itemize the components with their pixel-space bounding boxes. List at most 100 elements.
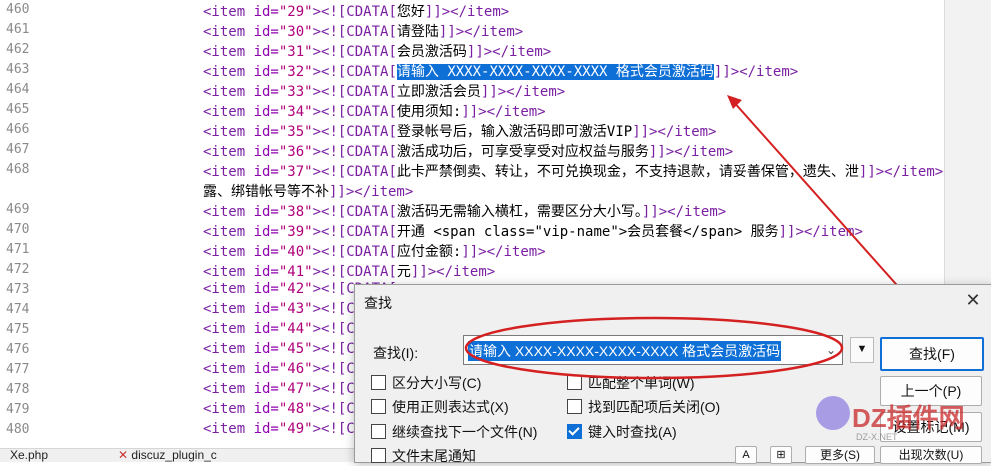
attr-value: "30" xyxy=(278,24,313,40)
line-number: 460 xyxy=(6,2,30,17)
cdata-text: 您好 xyxy=(396,4,425,20)
regex-checkbox[interactable]: 使用正则表达式(X) xyxy=(371,397,509,417)
attr-value: "44" xyxy=(278,321,313,337)
item-open-tag: <item xyxy=(203,224,254,240)
cdata-open: ><![CDATA[ xyxy=(312,264,397,280)
attr-name: id= xyxy=(253,321,279,337)
line-number: 467 xyxy=(6,142,30,157)
attr-value: "46" xyxy=(278,361,313,377)
cdata-text: 元 xyxy=(396,264,411,280)
whole-word-checkbox[interactable]: 匹配整个单词(W) xyxy=(567,373,695,393)
match-case-checkbox[interactable]: 区分大小写(C) xyxy=(371,373,481,393)
cdata-open: ><![CDATA[ xyxy=(312,144,397,160)
code-line[interactable]: 露、绑错帐号等不补]]></item> xyxy=(203,181,413,201)
cdata-close-tag: ]]></item> xyxy=(778,224,863,240)
line-number: 476 xyxy=(6,342,30,357)
font-size-button[interactable]: A xyxy=(735,446,757,464)
code-line[interactable]: <item id="32"><![CDATA[请输入 XXXX-XXXX-XXX… xyxy=(203,61,798,81)
tab-file-1[interactable]: Xe.php xyxy=(10,449,100,462)
selected-cdata-text: 请输入 XXXX-XXXX-XXXX-XXXX 格式会员激活码 xyxy=(396,64,714,80)
find-input[interactable]: 请输入 XXXX-XXXX-XXXX-XXXX 格式会员激活码 ⌄ xyxy=(463,335,843,365)
cdata-open: ><![CDATA[ xyxy=(312,44,397,60)
code-line[interactable]: <item id="40"><![CDATA[应付金额:]]></item> xyxy=(203,241,546,261)
continue-next-file-checkbox[interactable]: 继续查找下一个文件(N) xyxy=(371,422,537,442)
item-open-tag: <item xyxy=(203,264,254,280)
find-next-button[interactable]: 查找(F) xyxy=(880,337,984,371)
cdata-close-tag: ]]></item> xyxy=(713,64,799,80)
line-number: 464 xyxy=(6,82,30,97)
cdata-close-tag: ]]></item> xyxy=(329,184,414,200)
code-line[interactable]: <item id="31"><![CDATA[会员激活码]]></item> xyxy=(203,41,551,61)
item-open-tag: <item xyxy=(203,301,254,317)
code-line[interactable]: <item id="39"><![CDATA[开通 <span class="v… xyxy=(203,221,863,241)
cdata-text: 登录帐号后，输入激活码即可激活VIP xyxy=(396,124,633,140)
attr-value: "32" xyxy=(278,64,313,80)
close-on-match-checkbox[interactable]: 找到匹配项后关闭(O) xyxy=(567,397,720,417)
end-of-file-notify-checkbox[interactable]: 文件末尾通知 xyxy=(371,446,476,466)
attr-name: id= xyxy=(253,281,279,297)
cdata-text: 应付金额: xyxy=(396,244,462,260)
find-label: 查找(I): xyxy=(373,345,419,361)
code-line[interactable]: <item id="38"><![CDATA[激活码无需输入横杠，需要区分大小写… xyxy=(203,201,726,221)
find-prev-button[interactable]: 上一个(P) xyxy=(880,376,982,406)
dialog-title: 查找 xyxy=(364,295,392,311)
attr-name: id= xyxy=(253,104,279,120)
checkbox-box xyxy=(371,375,386,390)
code-line[interactable]: <item id="36"><![CDATA[激活成功后，可享受享受对应权益与服… xyxy=(203,141,733,161)
code-line[interactable]: <item id="35"><![CDATA[登录帐号后，输入激活码即可激活VI… xyxy=(203,121,716,141)
attr-value: "45" xyxy=(278,341,313,357)
cdata-open: ><![CDATA[ xyxy=(312,64,397,80)
more-button[interactable]: 更多(S) xyxy=(805,446,875,464)
tab-file-2[interactable]: ✕ discuz_plugin_c xyxy=(118,449,278,462)
attr-name: id= xyxy=(253,84,279,100)
close-icon[interactable]: ✕ xyxy=(118,449,128,462)
item-open-tag: <item xyxy=(203,44,254,60)
attr-name: id= xyxy=(253,301,279,317)
cdata-open: ><![CDATA[ xyxy=(312,24,397,40)
find-as-type-checkbox[interactable]: 键入时查找(A) xyxy=(567,422,677,442)
cdata-open: ><![CDATA[ xyxy=(312,104,397,120)
item-open-tag: <item xyxy=(203,281,254,297)
cdata-text: 会员激活码 xyxy=(396,44,467,60)
item-open-tag: <item xyxy=(203,24,254,40)
code-line[interactable]: <item id="33"><![CDATA[立即激活会员]]></item> xyxy=(203,81,565,101)
line-number: 465 xyxy=(6,102,30,117)
attr-value: "39" xyxy=(278,224,313,240)
find-history-button[interactable]: ▼ xyxy=(850,337,874,363)
set-bookmark-button[interactable]: 设置标记(M) xyxy=(880,412,982,442)
cdata-close-tag: ]]></item> xyxy=(648,144,734,160)
checkbox-box xyxy=(567,399,582,414)
attr-value: "37" xyxy=(278,164,313,180)
cdata-text: 开通 <span class="vip-name">会员套餐</span> 服务 xyxy=(396,224,779,240)
close-icon[interactable]: ✕ xyxy=(962,289,984,311)
line-number: 463 xyxy=(6,62,30,77)
attr-name: id= xyxy=(253,124,279,140)
chevron-down-icon[interactable]: ⌄ xyxy=(820,336,842,364)
attr-name: id= xyxy=(253,4,279,20)
attr-value: "42" xyxy=(278,281,313,297)
code-line[interactable]: <item id="34"><![CDATA[使用须知:]]></item> xyxy=(203,101,546,121)
line-number: 461 xyxy=(6,22,30,37)
attr-name: id= xyxy=(253,401,279,417)
code-line[interactable]: <item id="30"><![CDATA[请登陆]]></item> xyxy=(203,21,523,41)
attr-value: "29" xyxy=(278,4,313,20)
item-open-tag: <item xyxy=(203,104,254,120)
line-number: 474 xyxy=(6,302,30,317)
code-line[interactable]: <item id="41"><![CDATA[元]]></item> xyxy=(203,261,495,281)
line-number: 469 xyxy=(6,202,30,217)
item-open-tag: <item xyxy=(203,124,254,140)
cdata-close-tag: ]]></item> xyxy=(641,204,727,220)
code-line[interactable]: <item id="29"><![CDATA[您好]]></item> xyxy=(203,1,509,21)
item-open-tag: <item xyxy=(203,84,254,100)
attr-name: id= xyxy=(253,164,279,180)
cdata-open: ><![CDATA[ xyxy=(312,124,397,140)
cdata-close-tag: ]]></item> xyxy=(461,104,546,120)
item-open-tag: <item xyxy=(203,204,254,220)
options-icon[interactable]: ⊞ xyxy=(770,446,792,464)
code-line[interactable]: <item id="37"><![CDATA[此卡严禁倒卖、转让，不可兑换现金，… xyxy=(203,161,943,181)
line-number: 478 xyxy=(6,382,30,397)
count-button[interactable]: 出现次数(U) xyxy=(880,446,982,464)
cdata-close-tag: ]]></item> xyxy=(438,24,524,40)
cdata-open: ><![CDATA[ xyxy=(312,244,397,260)
cdata-open: ><![CDATA[ xyxy=(312,164,397,180)
